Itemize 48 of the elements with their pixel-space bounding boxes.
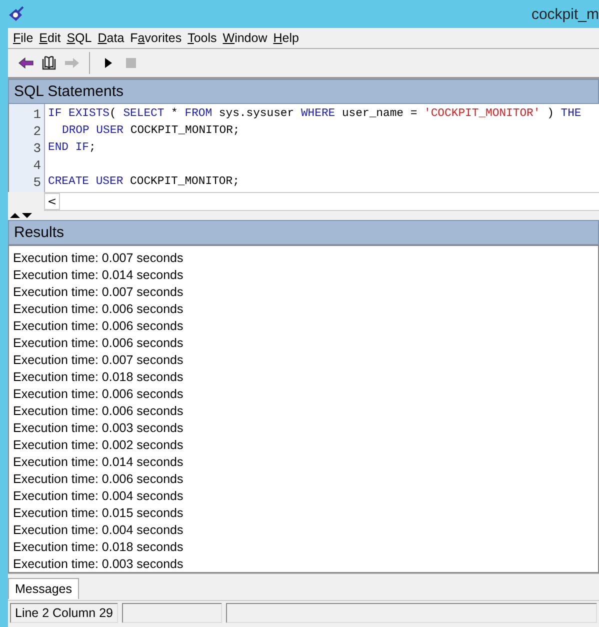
splitter-arrows-icon[interactable] <box>10 212 32 219</box>
panel-title: Results <box>8 220 599 245</box>
result-message: Execution time: 0.018 seconds <box>13 539 184 556</box>
code-editor[interactable]: 1 2 3 4 5 IF EXISTS( SELECT * FROM sys.sysuser WHERE user_name = 'COCKPIT_MONITOR' ) THE DROP USER COCKPIT_MONITOR; END IF; CREATE USER COCKPIT_MONITOR; <box>8 104 599 192</box>
horizontal-scrollbar[interactable]: < <box>44 192 599 211</box>
code-line: DROP USER COCKPIT_MONITOR; <box>61 124 240 139</box>
code-line: CREATE USER COCKPIT_MONITOR; <box>48 175 240 190</box>
menu-item[interactable]: Window <box>220 31 270 45</box>
result-message: Execution time: 0.014 seconds <box>13 267 184 284</box>
result-message: Execution time: 0.018 seconds <box>13 369 184 386</box>
result-message: Execution time: 0.003 seconds <box>13 420 184 437</box>
line-number: 3 <box>32 140 42 157</box>
result-message: Execution time: 0.006 seconds <box>13 386 184 403</box>
result-message: Execution time: 0.015 seconds <box>13 505 184 522</box>
result-message: Execution time: 0.007 seconds <box>13 352 184 369</box>
menu-item[interactable]: Tools <box>184 31 220 45</box>
result-message: Execution time: 0.006 seconds <box>13 403 184 420</box>
scroll-left-button[interactable]: < <box>44 193 60 210</box>
menu-item[interactable]: Data <box>94 31 128 45</box>
result-message: Execution time: 0.006 seconds <box>13 301 184 318</box>
window-title: cockpit_m <box>531 6 599 22</box>
result-message: Execution time: 0.006 seconds <box>13 335 184 352</box>
cursor-position: Line 2 Column 29 <box>10 603 118 623</box>
result-message: Execution time: 0.002 seconds <box>13 437 184 454</box>
result-message: Execution time: 0.006 seconds <box>13 318 184 335</box>
menu-item[interactable]: Edit <box>36 31 64 45</box>
menu-item[interactable]: File <box>10 31 36 45</box>
result-message: Execution time: 0.007 seconds <box>13 284 184 301</box>
result-message: Execution time: 0.014 seconds <box>13 454 184 471</box>
result-message: Execution time: 0.007 seconds <box>13 250 184 267</box>
line-number: 2 <box>32 123 42 140</box>
result-message: Execution time: 0.004 seconds <box>13 522 184 539</box>
results-tab[interactable]: Messages <box>8 578 79 599</box>
panel-title: SQL Statements <box>8 79 599 104</box>
app-logo-icon <box>8 6 24 22</box>
back-arrow-icon[interactable] <box>18 55 34 71</box>
menu-item[interactable]: Favorites <box>127 31 185 45</box>
result-message: Execution time: 0.003 seconds <box>13 556 184 572</box>
book-icon[interactable] <box>40 55 56 71</box>
line-number: 5 <box>32 174 42 191</box>
menu-item[interactable]: Help <box>270 31 302 45</box>
menu-item[interactable]: SQL <box>64 31 95 45</box>
code-line: END IF; <box>48 141 96 156</box>
line-number: 4 <box>32 157 42 174</box>
line-number: 1 <box>32 106 42 123</box>
code-line: IF EXISTS( SELECT * FROM sys.sysuser WHERE user_name = 'COCKPIT_MONITOR' ) THE <box>48 106 582 122</box>
result-message: Execution time: 0.004 seconds <box>13 488 184 505</box>
result-message: Execution time: 0.006 seconds <box>13 471 184 488</box>
